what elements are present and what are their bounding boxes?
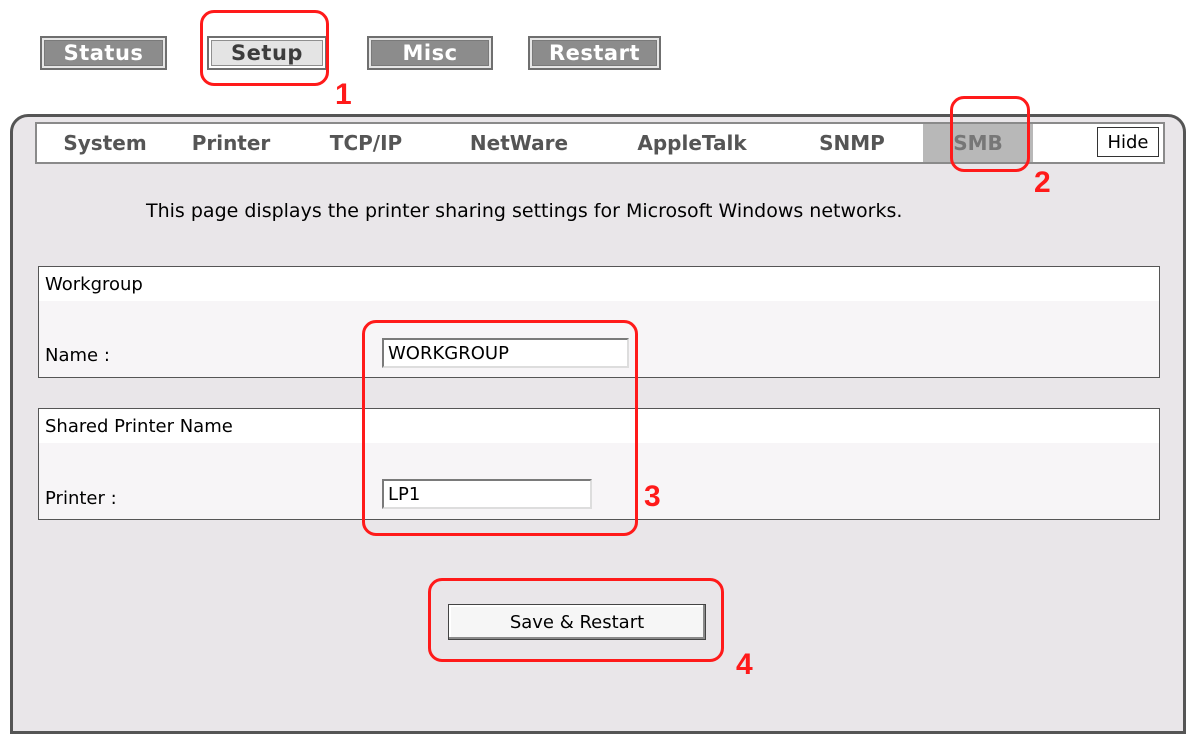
callout-number-3: 3 [644, 480, 661, 513]
tab-appletalk[interactable]: AppleTalk [622, 124, 762, 162]
setup-tab-bar: System Printer TCP/IP NetWare AppleTalk … [35, 122, 1165, 164]
tab-smb[interactable]: SMB [923, 124, 1033, 162]
callout-number-1: 1 [335, 78, 352, 111]
printer-label: Printer : [45, 488, 117, 509]
printer-name-input[interactable] [382, 479, 592, 509]
workgroup-name-label: Name : [45, 345, 110, 366]
tab-system[interactable]: System [55, 124, 155, 162]
setup-button[interactable]: Setup [207, 36, 327, 70]
restart-button[interactable]: Restart [528, 36, 661, 70]
callout-number-4: 4 [736, 648, 753, 681]
tab-snmp[interactable]: SNMP [807, 124, 897, 162]
save-restart-button[interactable]: Save & Restart [448, 604, 706, 640]
tab-netware[interactable]: NetWare [457, 124, 581, 162]
shared-printer-heading: Shared Printer Name [39, 409, 1159, 443]
page-description: This page displays the printer sharing s… [146, 200, 903, 222]
shared-printer-body [39, 443, 1159, 519]
workgroup-name-input[interactable] [382, 338, 629, 368]
callout-number-2: 2 [1034, 166, 1051, 199]
shared-printer-section: Shared Printer Name Printer : [38, 408, 1160, 520]
tab-printer[interactable]: Printer [185, 124, 277, 162]
tab-tcpip[interactable]: TCP/IP [317, 124, 415, 162]
misc-button[interactable]: Misc [367, 36, 493, 70]
workgroup-heading: Workgroup [39, 267, 1159, 301]
hide-button[interactable]: Hide [1097, 127, 1159, 157]
workgroup-section: Workgroup Name : [38, 266, 1160, 378]
status-button[interactable]: Status [40, 36, 167, 70]
